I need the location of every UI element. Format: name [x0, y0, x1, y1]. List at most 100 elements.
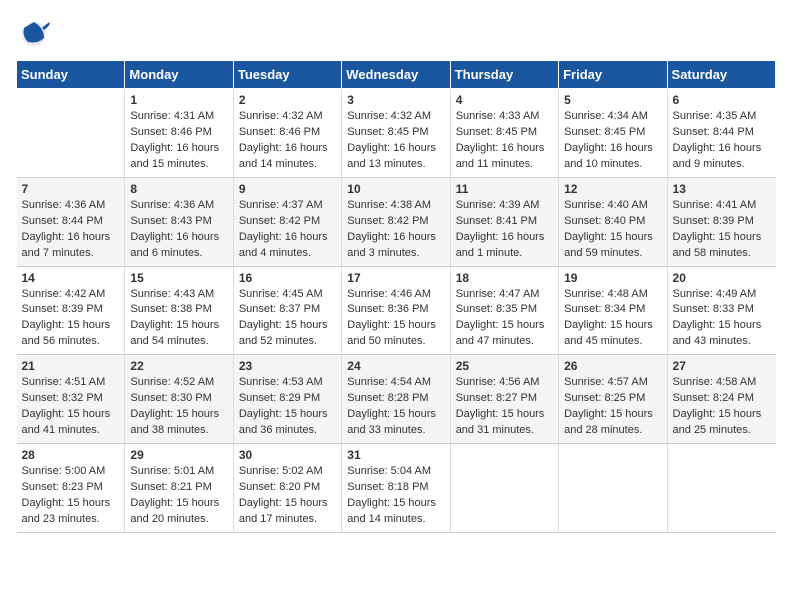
calendar-cell: 18 Sunrise: 4:47 AM Sunset: 8:35 PM Dayli… [450, 266, 558, 355]
calendar-cell: 12Sunrise: 4:40 AM Sunset: 8:40 PM Dayli… [559, 177, 667, 266]
calendar-cell: 17 Sunrise: 4:46 AM Sunset: 8:36 PM Dayli… [342, 266, 450, 355]
day-content: Sunrise: 5:04 AM Sunset: 8:18 PM Dayligh… [347, 464, 444, 528]
day-content: Sunrise: 5:00 AM Sunset: 8:23 PM Dayligh… [22, 464, 120, 528]
weekday-header: Wednesday [342, 61, 450, 89]
calendar-cell: 14 Sunrise: 4:42 AM Sunset: 8:39 PM Dayli… [17, 266, 125, 355]
calendar-cell: 9 Sunrise: 4:37 AM Sunset: 8:42 PM Daylig… [233, 177, 341, 266]
day-content: Sunrise: 4:48 AM Sunset: 8:34 PM Dayligh… [564, 287, 661, 351]
calendar-cell: 5 Sunrise: 4:34 AM Sunset: 8:45 PM Daylig… [559, 89, 667, 178]
calendar-cell: 25 Sunrise: 4:56 AM Sunset: 8:27 PM Dayli… [450, 355, 558, 444]
page-header [16, 16, 776, 52]
day-content: Sunrise: 4:43 AM Sunset: 8:38 PM Dayligh… [130, 287, 227, 351]
day-number: 1 [130, 93, 227, 107]
calendar-cell: 2 Sunrise: 4:32 AM Sunset: 8:46 PM Daylig… [233, 89, 341, 178]
day-number: 18 [456, 271, 553, 285]
day-content: Sunrise: 4:38 AM Sunset: 8:42 PM Dayligh… [347, 198, 444, 262]
weekday-header: Thursday [450, 61, 558, 89]
calendar-cell: 11 Sunrise: 4:39 AM Sunset: 8:41 PM Dayli… [450, 177, 558, 266]
day-content: Sunrise: 5:01 AM Sunset: 8:21 PM Dayligh… [130, 464, 227, 528]
calendar-week-row: 7 Sunrise: 4:36 AM Sunset: 8:44 PM Daylig… [17, 177, 776, 266]
calendar-cell: 21 Sunrise: 4:51 AM Sunset: 8:32 PM Dayli… [17, 355, 125, 444]
day-number: 25 [456, 359, 553, 373]
day-number: 11 [456, 182, 553, 196]
day-content: Sunrise: 4:53 AM Sunset: 8:29 PM Dayligh… [239, 375, 336, 439]
calendar-week-row: 1 Sunrise: 4:31 AM Sunset: 8:46 PM Daylig… [17, 89, 776, 178]
calendar-cell: 3 Sunrise: 4:32 AM Sunset: 8:45 PM Daylig… [342, 89, 450, 178]
day-number: 30 [239, 448, 336, 462]
calendar-cell: 15Sunrise: 4:43 AM Sunset: 8:38 PM Dayli… [125, 266, 233, 355]
calendar-cell: 6 Sunrise: 4:35 AM Sunset: 8:44 PM Daylig… [667, 89, 775, 178]
day-content: Sunrise: 4:32 AM Sunset: 8:45 PM Dayligh… [347, 109, 444, 173]
day-number: 21 [22, 359, 120, 373]
day-content: Sunrise: 4:57 AM Sunset: 8:25 PM Dayligh… [564, 375, 661, 439]
day-number: 2 [239, 93, 336, 107]
day-number: 6 [673, 93, 771, 107]
day-content: Sunrise: 4:52 AM Sunset: 8:30 PM Dayligh… [130, 375, 227, 439]
logo [16, 16, 56, 52]
calendar-cell: 8 Sunrise: 4:36 AM Sunset: 8:43 PM Daylig… [125, 177, 233, 266]
day-number: 10 [347, 182, 444, 196]
day-content: Sunrise: 4:33 AM Sunset: 8:45 PM Dayligh… [456, 109, 553, 173]
day-number: 28 [22, 448, 120, 462]
day-content: Sunrise: 4:41 AM Sunset: 8:39 PM Dayligh… [673, 198, 771, 262]
day-content: Sunrise: 4:42 AM Sunset: 8:39 PM Dayligh… [22, 287, 120, 351]
weekday-header-row: SundayMondayTuesdayWednesdayThursdayFrid… [17, 61, 776, 89]
day-content: Sunrise: 4:36 AM Sunset: 8:43 PM Dayligh… [130, 198, 227, 262]
calendar-cell: 22 Sunrise: 4:52 AM Sunset: 8:30 PM Dayli… [125, 355, 233, 444]
day-number: 12 [564, 182, 661, 196]
day-content: Sunrise: 4:45 AM Sunset: 8:37 PM Dayligh… [239, 287, 336, 351]
weekday-header: Friday [559, 61, 667, 89]
calendar-table: SundayMondayTuesdayWednesdayThursdayFrid… [16, 60, 776, 533]
day-content: Sunrise: 4:31 AM Sunset: 8:46 PM Dayligh… [130, 109, 227, 173]
weekday-header: Monday [125, 61, 233, 89]
day-number: 26 [564, 359, 661, 373]
calendar-cell: 24Sunrise: 4:54 AM Sunset: 8:28 PM Dayli… [342, 355, 450, 444]
day-number: 7 [22, 182, 120, 196]
day-content: Sunrise: 4:46 AM Sunset: 8:36 PM Dayligh… [347, 287, 444, 351]
day-number: 3 [347, 93, 444, 107]
day-content: Sunrise: 4:58 AM Sunset: 8:24 PM Dayligh… [673, 375, 771, 439]
day-content: Sunrise: 4:34 AM Sunset: 8:45 PM Dayligh… [564, 109, 661, 173]
calendar-cell [450, 444, 558, 533]
day-number: 14 [22, 271, 120, 285]
day-content: Sunrise: 4:32 AM Sunset: 8:46 PM Dayligh… [239, 109, 336, 173]
calendar-cell [17, 89, 125, 178]
calendar-cell: 31 Sunrise: 5:04 AM Sunset: 8:18 PM Dayli… [342, 444, 450, 533]
weekday-header: Sunday [17, 61, 125, 89]
day-content: Sunrise: 4:47 AM Sunset: 8:35 PM Dayligh… [456, 287, 553, 351]
day-number: 22 [130, 359, 227, 373]
day-content: Sunrise: 4:35 AM Sunset: 8:44 PM Dayligh… [673, 109, 771, 173]
day-content: Sunrise: 4:37 AM Sunset: 8:42 PM Dayligh… [239, 198, 336, 262]
calendar-cell: 27 Sunrise: 4:58 AM Sunset: 8:24 PM Dayli… [667, 355, 775, 444]
day-content: Sunrise: 4:56 AM Sunset: 8:27 PM Dayligh… [456, 375, 553, 439]
day-number: 23 [239, 359, 336, 373]
calendar-cell: 20 Sunrise: 4:49 AM Sunset: 8:33 PM Dayli… [667, 266, 775, 355]
calendar-cell: 23 Sunrise: 4:53 AM Sunset: 8:29 PM Dayli… [233, 355, 341, 444]
calendar-week-row: 28 Sunrise: 5:00 AM Sunset: 8:23 PM Dayli… [17, 444, 776, 533]
day-number: 17 [347, 271, 444, 285]
day-number: 5 [564, 93, 661, 107]
day-number: 13 [673, 182, 771, 196]
day-content: Sunrise: 4:49 AM Sunset: 8:33 PM Dayligh… [673, 287, 771, 351]
weekday-header: Tuesday [233, 61, 341, 89]
day-number: 8 [130, 182, 227, 196]
day-number: 31 [347, 448, 444, 462]
day-number: 27 [673, 359, 771, 373]
calendar-cell: 7 Sunrise: 4:36 AM Sunset: 8:44 PM Daylig… [17, 177, 125, 266]
day-number: 9 [239, 182, 336, 196]
calendar-week-row: 21 Sunrise: 4:51 AM Sunset: 8:32 PM Dayli… [17, 355, 776, 444]
day-number: 20 [673, 271, 771, 285]
day-number: 29 [130, 448, 227, 462]
weekday-header: Saturday [667, 61, 775, 89]
day-number: 4 [456, 93, 553, 107]
day-number: 16 [239, 271, 336, 285]
calendar-cell: 10 Sunrise: 4:38 AM Sunset: 8:42 PM Dayli… [342, 177, 450, 266]
calendar-cell: 16 Sunrise: 4:45 AM Sunset: 8:37 PM Dayli… [233, 266, 341, 355]
day-content: Sunrise: 4:51 AM Sunset: 8:32 PM Dayligh… [22, 375, 120, 439]
calendar-cell: 26 Sunrise: 4:57 AM Sunset: 8:25 PM Dayli… [559, 355, 667, 444]
day-number: 19 [564, 271, 661, 285]
day-content: Sunrise: 4:39 AM Sunset: 8:41 PM Dayligh… [456, 198, 553, 262]
day-content: Sunrise: 4:36 AM Sunset: 8:44 PM Dayligh… [22, 198, 120, 262]
day-content: Sunrise: 5:02 AM Sunset: 8:20 PM Dayligh… [239, 464, 336, 528]
day-number: 24 [347, 359, 444, 373]
